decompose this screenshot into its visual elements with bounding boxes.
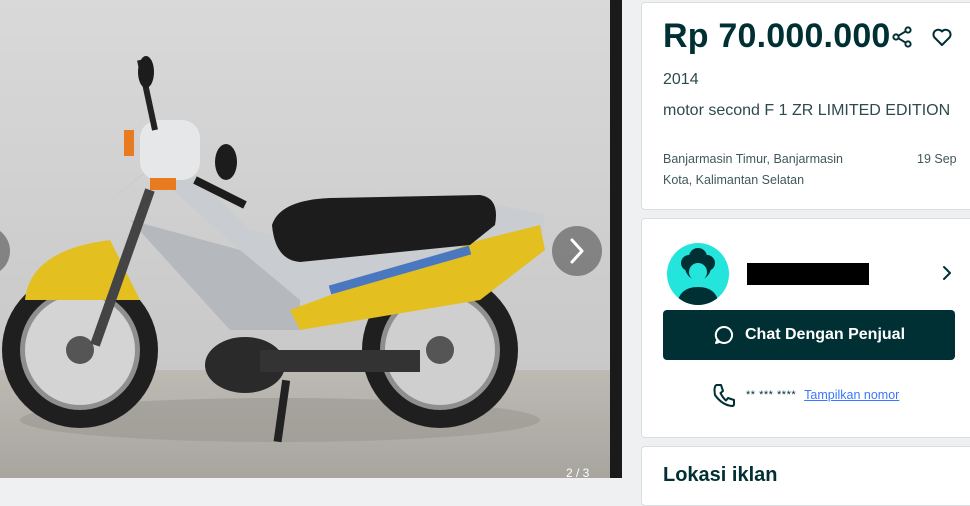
chevron-right-icon[interactable] — [937, 263, 957, 283]
listing-price: Rp 70.000.000 — [663, 17, 891, 55]
seller-avatar[interactable] — [667, 243, 729, 305]
chat-bubble-icon — [714, 325, 733, 344]
gallery-edge — [610, 0, 622, 478]
heart-icon[interactable] — [930, 25, 954, 49]
seller-card: Chat Dengan Penjual ** *** **** Tampilka… — [641, 218, 970, 438]
listing-location: Banjarmasin Timur, Banjarmasin Kota, Kal… — [663, 152, 843, 187]
chevron-right-icon — [570, 238, 584, 264]
listing-title: motor second F 1 ZR LIMITED EDITION — [663, 102, 951, 119]
phone-row: ** *** **** Tampilkan nomor — [710, 381, 899, 409]
next-photo-button[interactable] — [552, 226, 602, 276]
seller-name-redacted — [747, 263, 869, 285]
masked-phone-number: ** *** **** — [746, 389, 797, 401]
location-section-title: Lokasi iklan — [663, 464, 778, 486]
price-card: Rp 70.000.000 2014 motor second F 1 ZR L… — [641, 2, 970, 210]
chat-with-seller-button[interactable]: Chat Dengan Penjual — [663, 310, 955, 360]
listing-year: 2014 — [663, 71, 699, 88]
location-card: Lokasi iklan — [641, 446, 970, 506]
listing-date: 19 Sep — [917, 152, 957, 166]
show-number-link[interactable]: Tampilkan nomor — [804, 388, 899, 402]
listing-photo — [0, 0, 610, 478]
chat-button-label: Chat Dengan Penjual — [744, 326, 906, 343]
phone-icon — [713, 384, 735, 407]
photo-gallery[interactable]: 2 / 3 — [0, 0, 610, 478]
share-icon[interactable] — [890, 25, 914, 49]
avatar-person-icon — [677, 248, 719, 305]
photo-counter: 2 / 3 — [566, 466, 590, 478]
